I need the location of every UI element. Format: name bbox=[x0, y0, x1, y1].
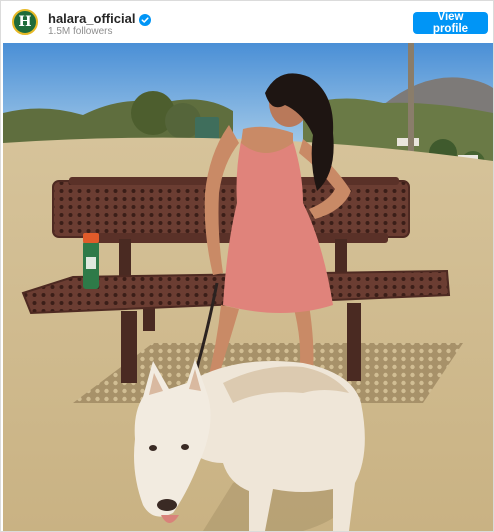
username-row: halara_official bbox=[48, 11, 152, 26]
follower-count: 1.5M followers bbox=[48, 26, 113, 37]
avatar-logo-letter: H bbox=[18, 14, 32, 30]
verified-badge-icon bbox=[139, 13, 152, 26]
profile-avatar[interactable]: H bbox=[12, 9, 38, 35]
dog-nose bbox=[157, 499, 177, 511]
bench-backrest bbox=[52, 180, 410, 238]
instagram-post-card: H halara_official 1.5M followers View pr… bbox=[0, 0, 494, 532]
view-profile-button[interactable]: View profile bbox=[413, 11, 488, 35]
bench-leg bbox=[121, 311, 137, 383]
post-header: H halara_official 1.5M followers View pr… bbox=[1, 1, 493, 43]
username-link[interactable]: halara_official bbox=[48, 11, 135, 26]
post-photo[interactable] bbox=[3, 43, 493, 531]
